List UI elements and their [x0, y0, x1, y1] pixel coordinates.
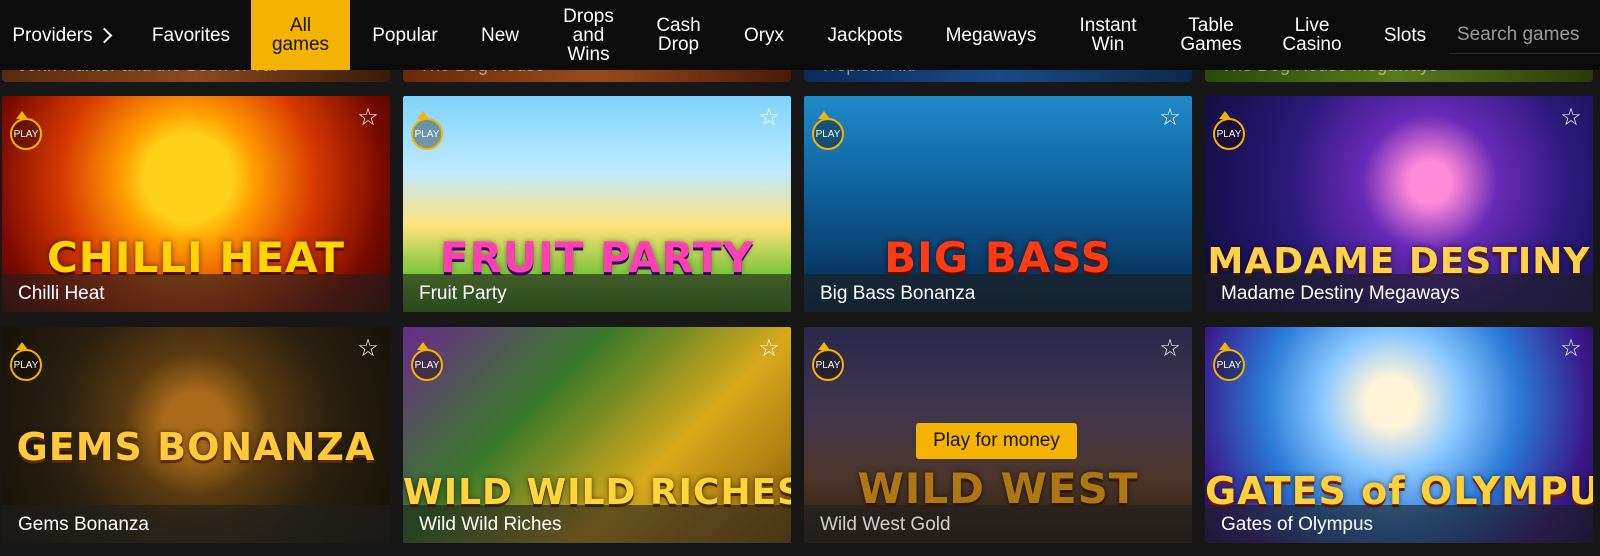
game-tile-madame-destiny-megaways[interactable]: MADAME DESTINY Madame Destiny Megaways P…	[1205, 96, 1593, 312]
play-badge: PLAY	[10, 349, 42, 381]
nav-label: Instant Win	[1079, 15, 1137, 55]
favorite-star-icon[interactable]: ☆	[1559, 106, 1583, 130]
nav-favorites[interactable]: Favorites	[135, 0, 247, 70]
game-tile-gates-of-olympus[interactable]: GATES of OLYMPUS Gates of Olympus PLAY ☆	[1205, 327, 1593, 543]
game-tile-chilli-heat[interactable]: CHILLI HEAT Chilli Heat PLAY ☆	[2, 96, 390, 312]
game-title: Fruit Party	[419, 283, 507, 304]
nav-table-games[interactable]: Table Games	[1168, 0, 1254, 70]
nav-label: Drops and Wins	[563, 5, 614, 65]
nav-slots[interactable]: Slots	[1370, 0, 1440, 70]
nav-label: New	[480, 24, 519, 46]
nav-label: Table Games	[1180, 15, 1242, 55]
nav-instant-win[interactable]: Instant Win	[1068, 0, 1148, 70]
nav-label: Popular	[372, 24, 438, 46]
game-tile-wild-wild-riches[interactable]: WILD WILD RICHES Wild Wild Riches PLAY ☆	[403, 327, 791, 543]
favorite-star-icon[interactable]: ☆	[757, 106, 781, 130]
nav-label: Jackpots	[827, 24, 903, 46]
play-for-money-button[interactable]: Play for money	[916, 423, 1077, 459]
play-badge: PLAY	[812, 349, 844, 381]
nav-live-casino[interactable]: Live Casino	[1272, 0, 1352, 70]
nav-all-games[interactable]: All games	[251, 0, 350, 70]
nav-oryx[interactable]: Oryx	[730, 0, 798, 70]
nav-jackpots[interactable]: Jackpots	[813, 0, 917, 70]
nav-cash-drop[interactable]: Cash Drop	[640, 0, 717, 70]
nav-drops-and-wins[interactable]: Drops and Wins	[550, 0, 627, 70]
nav-megaways[interactable]: Megaways	[933, 0, 1049, 70]
play-badge: PLAY	[10, 118, 42, 150]
game-title: Wild West Gold	[820, 514, 951, 535]
search-input[interactable]	[1449, 16, 1600, 54]
nav-label: Cash Drop	[656, 15, 701, 55]
nav-label: Megaways	[945, 24, 1037, 46]
favorite-star-icon[interactable]: ☆	[757, 337, 781, 361]
nav-label: Favorites	[151, 24, 231, 46]
game-title: Gates of Olympus	[1221, 514, 1374, 535]
play-badge: PLAY	[812, 118, 844, 150]
nav-popular[interactable]: Popular	[359, 0, 451, 70]
nav-label: Slots	[1383, 24, 1427, 46]
game-lobby-page: John Hunter and the Book of Tut The Dog …	[0, 0, 1600, 556]
game-logo: GEMS BONANZA	[16, 425, 376, 469]
favorite-star-icon[interactable]: ☆	[356, 106, 380, 130]
game-title: Chilli Heat	[18, 283, 105, 304]
game-tile-wild-west-gold[interactable]: WILD WEST Wild West Gold PLAY ☆ Play for…	[804, 327, 1192, 543]
favorite-star-icon[interactable]: ☆	[356, 337, 380, 361]
favorite-star-icon[interactable]: ☆	[1559, 337, 1583, 361]
chevron-right-icon	[96, 27, 112, 44]
game-title: Wild Wild Riches	[419, 514, 562, 535]
game-title: Big Bass Bonanza	[820, 283, 976, 304]
nav-label: All games	[271, 15, 330, 55]
nav-label: Oryx	[743, 24, 785, 46]
game-tile-gems-bonanza[interactable]: GEMS BONANZA Gems Bonanza PLAY ☆	[2, 327, 390, 543]
game-tile-fruit-party[interactable]: FRUIT PARTY Fruit Party PLAY ☆	[403, 96, 791, 312]
nav-new[interactable]: New	[466, 0, 534, 70]
favorite-star-icon[interactable]: ☆	[1158, 106, 1182, 130]
game-title: Madame Destiny Megaways	[1221, 283, 1460, 304]
category-navbar: Providers Favorites All games Popular Ne…	[0, 0, 1600, 70]
favorite-star-icon[interactable]: ☆	[1158, 337, 1182, 361]
game-title: Gems Bonanza	[18, 514, 149, 535]
play-badge: PLAY	[1213, 349, 1245, 381]
game-tile-big-bass-bonanza[interactable]: BIG BASS Big Bass Bonanza PLAY ☆	[804, 96, 1192, 312]
play-badge: PLAY	[1213, 118, 1245, 150]
play-badge: PLAY	[411, 118, 443, 150]
nav-label: Live Casino	[1282, 15, 1342, 55]
nav-providers[interactable]: Providers	[0, 0, 122, 70]
nav-label: Providers	[12, 24, 93, 46]
play-badge: PLAY	[411, 349, 443, 381]
